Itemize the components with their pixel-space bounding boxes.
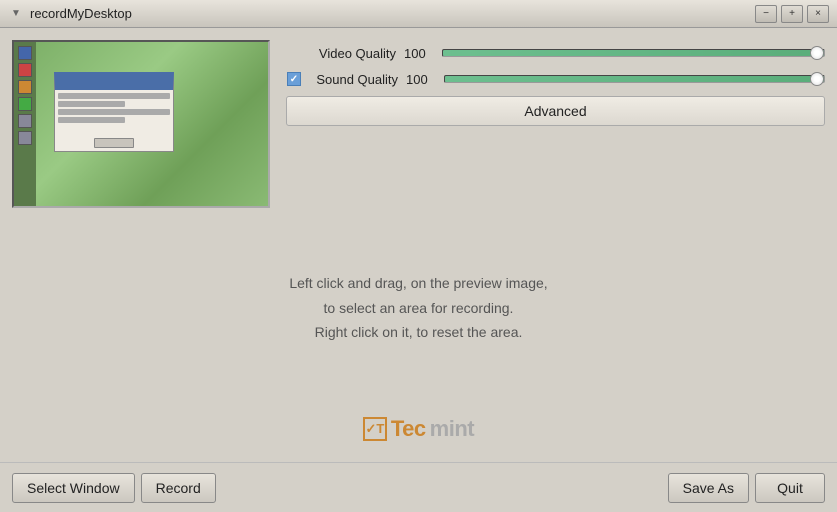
- sound-checkbox-checked: ✓: [287, 72, 301, 86]
- window-title: recordMyDesktop: [30, 6, 132, 21]
- sound-quality-slider-thumb: [810, 72, 824, 86]
- preview-dialog: [54, 72, 174, 152]
- watermark-mint: mint: [430, 416, 474, 442]
- watermark: ✓T Tecmint: [363, 416, 474, 442]
- video-quality-slider-thumb: [810, 46, 824, 60]
- video-quality-row: Video Quality 100: [286, 44, 825, 62]
- title-bar-left: ▼ recordMyDesktop: [8, 6, 132, 22]
- title-bar-controls: − + ×: [755, 5, 829, 23]
- maximize-button[interactable]: +: [781, 5, 803, 23]
- save-as-button[interactable]: Save As: [668, 473, 749, 503]
- record-button[interactable]: Record: [141, 473, 216, 503]
- minimize-button[interactable]: −: [755, 5, 777, 23]
- preview-dialog-btn: [94, 138, 134, 148]
- video-quality-value: 100: [404, 46, 434, 61]
- video-quality-label: Video Quality: [286, 46, 396, 61]
- preview-icon-5: [18, 114, 32, 128]
- sound-quality-slider-container: [444, 70, 825, 88]
- top-section: Video Quality 100 ✓ Sound Quality 100: [12, 40, 825, 208]
- controls-section: Video Quality 100 ✓ Sound Quality 100: [286, 40, 825, 126]
- info-line-2: to select an area for recording.: [324, 297, 514, 319]
- sound-quality-slider-track: [444, 75, 825, 83]
- preview-icon-2: [18, 63, 32, 77]
- preview-dialog-line-3: [58, 109, 170, 115]
- sound-quality-label: Sound Quality: [310, 72, 398, 87]
- main-content: Video Quality 100 ✓ Sound Quality 100: [0, 28, 837, 462]
- watermark-section: ✓T Tecmint: [12, 408, 825, 450]
- video-quality-slider-container: [442, 44, 825, 62]
- preview-desktop: [14, 42, 268, 206]
- title-bar: ▼ recordMyDesktop − + ×: [0, 0, 837, 28]
- advanced-button[interactable]: Advanced: [286, 96, 825, 126]
- preview-icon-3: [18, 80, 32, 94]
- preview-taskbar: [14, 42, 36, 206]
- bottom-left-buttons: Select Window Record: [12, 473, 216, 503]
- quit-button[interactable]: Quit: [755, 473, 825, 503]
- desktop-preview[interactable]: [12, 40, 270, 208]
- close-button[interactable]: ×: [807, 5, 829, 23]
- preview-icon-1: [18, 46, 32, 60]
- preview-dialog-line-4: [58, 117, 125, 123]
- info-section: Left click and drag, on the preview imag…: [12, 216, 825, 400]
- sound-checkbox[interactable]: ✓: [286, 71, 302, 87]
- sound-quality-value: 100: [406, 72, 436, 87]
- preview-icon-6: [18, 131, 32, 145]
- bottom-right-buttons: Save As Quit: [668, 473, 825, 503]
- preview-dialog-content: [55, 90, 173, 151]
- watermark-tec: Tec: [391, 416, 426, 442]
- watermark-icon: ✓T: [363, 417, 387, 441]
- bottom-bar: Select Window Record Save As Quit: [0, 462, 837, 512]
- menu-icon[interactable]: ▼: [8, 6, 24, 22]
- preview-dialog-line-2: [58, 101, 125, 107]
- preview-icon-4: [18, 97, 32, 111]
- video-quality-slider-track: [442, 49, 825, 57]
- info-line-1: Left click and drag, on the preview imag…: [289, 272, 547, 294]
- sound-quality-row: ✓ Sound Quality 100: [286, 70, 825, 88]
- info-line-3: Right click on it, to reset the area.: [315, 321, 523, 343]
- select-window-button[interactable]: Select Window: [12, 473, 135, 503]
- preview-dialog-line-1: [58, 93, 170, 99]
